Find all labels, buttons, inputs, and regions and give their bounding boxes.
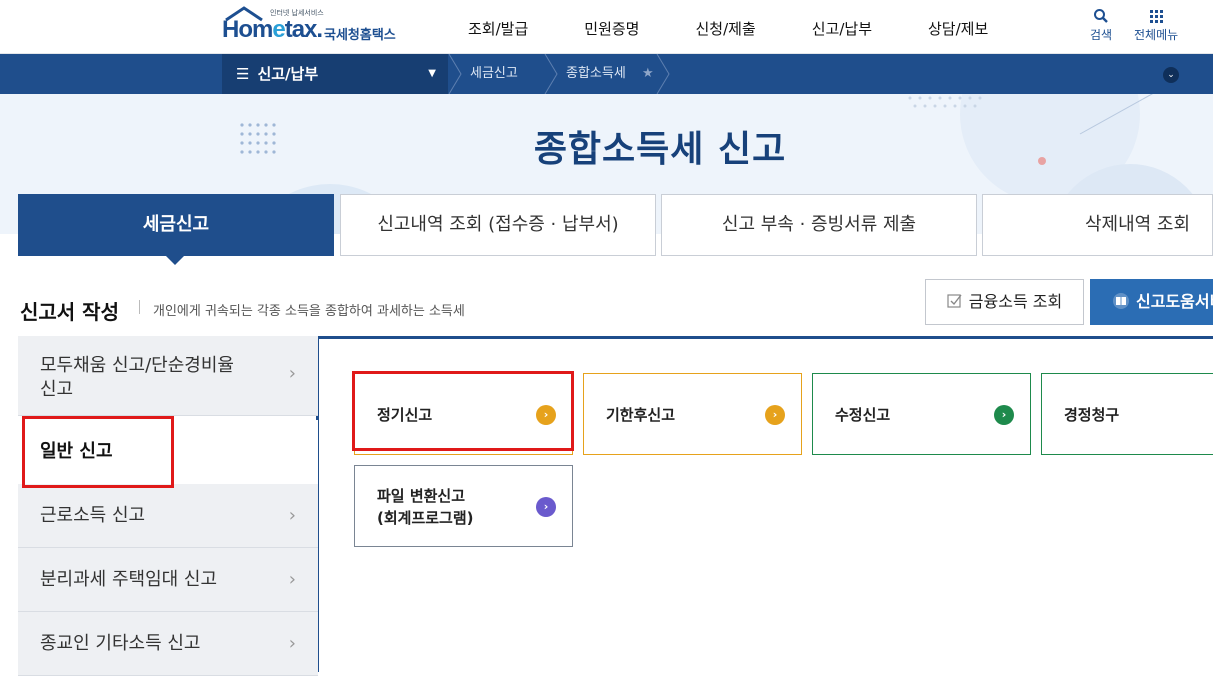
chevron-right-icon: › [288, 505, 296, 526]
tab-filing-history[interactable]: 신고내역 조회 (접수증 · 납부서) [340, 194, 656, 256]
tab-attachment-submit[interactable]: 신고 부속 · 증빙서류 제출 [661, 194, 977, 256]
lnb-item-prefilled-filing[interactable]: 모두채움 신고/단순경비율 신고 › [18, 336, 318, 416]
lnb-item-label-line2: 신고 [40, 379, 74, 400]
grid-menu-icon [1150, 10, 1164, 23]
logo-wordmark: Hometax. [222, 16, 323, 44]
card-label: 수정신고 [835, 406, 891, 424]
card-regular-filing[interactable]: 정기신고 › [354, 373, 573, 455]
card-label: 기한후신고 [606, 406, 676, 424]
active-tab-pointer [165, 255, 185, 265]
card-label: 파일 변환신고 (회계프로그램) [377, 485, 474, 529]
card-late-filing[interactable]: 기한후신고 › [583, 373, 802, 455]
gnb-item-certificate[interactable]: 민원증명 [556, 0, 667, 54]
chevron-right-icon: › [288, 569, 296, 590]
lnb-item-label: 모두채움 신고/단순경비율 [40, 355, 234, 376]
section-divider [139, 300, 140, 314]
section-title: 신고서 작성 [20, 300, 119, 324]
gnb-item-filing[interactable]: 신고/납부 [784, 0, 900, 54]
logo-wordmark-e: e [272, 16, 285, 43]
caret-down-icon: ▼ [428, 68, 436, 79]
breadcrumb-separator-icon [544, 54, 558, 94]
top-header: 인터넷 납세서비스 Hometax. 국세청홈택스 조회/발급 민원증명 신청/… [0, 0, 1213, 54]
location-menu-dropdown[interactable]: ☰ 신고/납부 ▼ [222, 54, 448, 94]
lnb-item-religious-income-filing[interactable]: 종교인 기타소득 신고 › [18, 612, 318, 676]
breadcrumb-income-tax[interactable]: 종합소득세 [566, 54, 626, 94]
hamburger-icon: ☰ [236, 65, 250, 83]
chevron-right-circle-icon: › [994, 405, 1014, 425]
chevron-right-circle-icon: › [765, 405, 785, 425]
breadcrumb-separator-icon [656, 54, 670, 94]
gnb-item-consult[interactable]: 상담/제보 [900, 0, 1016, 54]
tab-label: 세금신고 [142, 214, 210, 235]
chevron-right-icon: › [288, 363, 296, 384]
tab-deleted-history[interactable]: 삭제내역 조회 [982, 194, 1213, 256]
breadcrumb-separator-icon [448, 54, 462, 94]
location-bar: ☰ 신고/납부 ▼ 세금신고 종합소득세 ★ ⌄ [0, 54, 1213, 94]
left-side-menu: 모두채움 신고/단순경비율 신고 › 일반 신고 근로소득 신고 › 분리과세 … [18, 336, 318, 676]
hometax-logo[interactable]: 인터넷 납세서비스 Hometax. 국세청홈택스 [222, 6, 412, 48]
card-label-line2: (회계프로그램) [377, 509, 474, 527]
lnb-item-general-filing[interactable]: 일반 신고 [18, 420, 318, 484]
all-menu-button[interactable]: 전체메뉴 [1134, 8, 1178, 43]
financial-income-inquiry-button[interactable]: 금융소득 조회 [925, 279, 1084, 325]
lnb-item-label: 근로소득 신고 [40, 505, 146, 526]
lnb-item-earned-income-filing[interactable]: 근로소득 신고 › [18, 484, 318, 548]
tab-tax-filing[interactable]: 세금신고 [18, 194, 334, 265]
lnb-item-label: 종교인 기타소득 신고 [40, 633, 201, 654]
lnb-item-label: 분리과세 주택임대 신고 [40, 569, 218, 590]
card-label-line1: 파일 변환신고 [377, 487, 466, 505]
global-nav: 조회/발급 민원증명 신청/제출 신고/납부 상담/제보 [440, 0, 1016, 54]
filing-help-label: 신고도움서비스 [1136, 292, 1213, 311]
page-title: 종합소득세 신고 [533, 129, 787, 170]
logo-wordmark-part: Hom [222, 16, 273, 43]
search-icon [1094, 9, 1108, 23]
logo-korean: 국세청홈택스 [324, 28, 396, 43]
favorite-star-icon[interactable]: ★ [642, 54, 654, 94]
chevron-right-icon: › [288, 633, 296, 654]
card-amended-filing[interactable]: 수정신고 › [812, 373, 1031, 455]
lnb-item-label: 일반 신고 [40, 441, 113, 462]
financial-income-label: 금융소득 조회 [968, 292, 1063, 311]
chevron-right-circle-icon: › [536, 405, 556, 425]
lnb-item-rental-income-filing[interactable]: 분리과세 주택임대 신고 › [18, 548, 318, 612]
card-label: 정기신고 [377, 406, 433, 424]
book-icon [1113, 293, 1129, 309]
location-expand-toggle[interactable]: ⌄ [1163, 67, 1179, 83]
card-label: 경정청구 [1064, 406, 1120, 424]
filing-help-service-button[interactable]: 신고도움서비스 [1090, 279, 1213, 325]
search-label: 검색 [1090, 28, 1113, 42]
card-refund-claim[interactable]: 경정청구 [1041, 373, 1213, 455]
card-file-conversion-filing[interactable]: 파일 변환신고 (회계프로그램) › [354, 465, 573, 547]
all-menu-label: 전체메뉴 [1134, 28, 1179, 42]
chevron-right-circle-icon: › [536, 497, 556, 517]
location-menu-label: 신고/납부 [257, 65, 319, 83]
breadcrumb-tax-filing[interactable]: 세금신고 [470, 54, 518, 94]
search-button[interactable]: 검색 [1090, 8, 1112, 43]
checkbox-icon [947, 294, 962, 308]
section-description: 개인에게 귀속되는 각종 소득을 종합하여 과세하는 소득세 [153, 304, 465, 319]
gnb-item-inquiry[interactable]: 조회/발급 [440, 0, 556, 54]
gnb-item-application[interactable]: 신청/제출 [667, 0, 783, 54]
logo-wordmark-part: tax. [284, 16, 323, 43]
